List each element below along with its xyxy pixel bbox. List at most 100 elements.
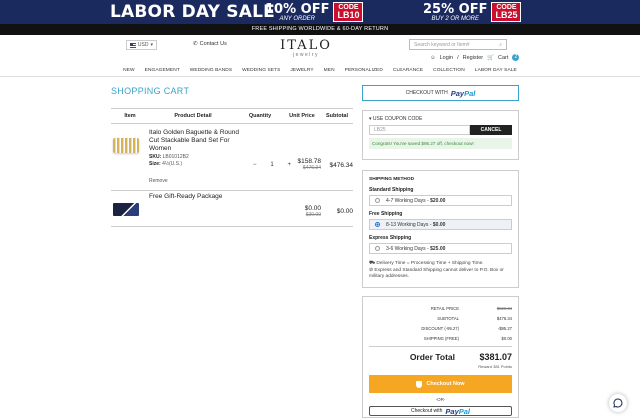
option-days: 4-7 Working Days bbox=[386, 197, 426, 204]
code-value: LB25 bbox=[495, 10, 518, 20]
main-nav: NEW ENGAGEMENT WEDDING BANDS WEDDING SET… bbox=[0, 65, 640, 77]
phone-icon: ✆ bbox=[193, 41, 198, 47]
option-days: 3-6 Working Days bbox=[386, 245, 426, 252]
site-logo[interactable]: ITALO jewelry bbox=[280, 38, 332, 58]
gift-box-image bbox=[113, 203, 139, 216]
quantity-value[interactable]: 1 bbox=[270, 162, 273, 168]
nav-item-men[interactable]: MEN bbox=[319, 65, 340, 76]
shipping-bar: FREE SHIPPING WORLDWIDE & 60-DAY RETURN bbox=[0, 24, 640, 35]
sale-title: LABOR DAY SALE bbox=[110, 2, 275, 22]
register-link[interactable]: Register bbox=[463, 55, 483, 61]
summary-row: RETAIL PRICE $526.34 bbox=[369, 303, 512, 313]
nav-item-wedding-bands[interactable]: WEDDING BANDS bbox=[185, 65, 237, 76]
offer-sub: BUY 2 OR MORE bbox=[431, 15, 480, 22]
shipping-option-free[interactable]: 8-13 Working Days - $0.00 bbox=[369, 219, 512, 230]
shipping-notes: ⛟ Delivery Time = Processing Time + Ship… bbox=[369, 261, 512, 281]
nav-item-new[interactable]: NEW bbox=[118, 65, 140, 76]
paypal2-label: Checkout with bbox=[410, 408, 443, 414]
order-total: Order Total $381.07 bbox=[369, 346, 512, 363]
col-qty: Quantity bbox=[248, 113, 272, 119]
cart-table: Item Product Detail Quantity Unit Price … bbox=[111, 108, 353, 227]
price-old: $30.00 bbox=[305, 212, 321, 218]
option-price: $0.00 bbox=[432, 221, 446, 228]
cart-icon[interactable]: 🛒 bbox=[487, 55, 494, 61]
quantity-stepper[interactable]: − 1 + bbox=[253, 160, 291, 170]
shipping-group-label: Express Shipping bbox=[369, 235, 412, 241]
account-links: ☺ Login / Register 🛒 Cart 2 bbox=[430, 54, 520, 61]
paypal-label: CHECKOUT WITH bbox=[405, 90, 448, 96]
nav-item-personalized[interactable]: PERSONALIZED bbox=[340, 65, 388, 76]
coupon-input[interactable]: LB25 bbox=[369, 125, 470, 135]
contact-link[interactable]: ✆ Contact Us bbox=[193, 41, 227, 47]
nav-item-engagement[interactable]: ENGAGEMENT bbox=[140, 65, 185, 76]
minus-icon[interactable]: − bbox=[253, 162, 257, 168]
shipping-group-label: Free Shipping bbox=[369, 211, 403, 217]
chat-button[interactable] bbox=[609, 394, 627, 412]
cart-link[interactable]: Cart bbox=[498, 55, 508, 61]
shipping-option-express[interactable]: 3-6 Working Days - $25.00 bbox=[369, 243, 512, 254]
price-current: $158.78 bbox=[297, 158, 322, 165]
us-flag-icon bbox=[130, 42, 136, 48]
search-input[interactable]: Search keyword or Item# ⌕ bbox=[409, 39, 507, 50]
paypal-checkout-button-2[interactable]: Checkout with PayPal bbox=[369, 406, 512, 416]
checkout-now-button[interactable]: Checkout Now bbox=[369, 375, 512, 393]
summary-key: DISCOUNT (-95.27) bbox=[421, 325, 459, 331]
product-attrs: SKU: LB01012B2 Size: 4½(U.S.) bbox=[149, 154, 189, 168]
user-icon: ☺ bbox=[430, 54, 436, 61]
paypal-logo-icon: PayPal bbox=[445, 406, 471, 416]
nav-item-wedding-sets[interactable]: WEDDING SETS bbox=[237, 65, 285, 76]
table-header: Item Product Detail Quantity Unit Price … bbox=[111, 108, 353, 124]
coupon-label-text: USE COUPON CODE bbox=[372, 116, 423, 122]
offer-25: 25% OFF BUY 2 OR MORE CODE LB25 bbox=[423, 1, 522, 22]
option-text: 3-6 Working Days - $25.00 bbox=[386, 245, 446, 252]
shipping-option-standard[interactable]: 4-7 Working Days - $20.00 bbox=[369, 195, 512, 206]
product-name[interactable]: Italo Golden Baguette & Round Cut Stacka… bbox=[149, 129, 243, 153]
shipping-note-2: Express and Standard Shipping cannot del… bbox=[369, 267, 504, 280]
paypal-checkout-button[interactable]: CHECKOUT WITH PayPal bbox=[362, 85, 519, 101]
login-link[interactable]: Login bbox=[440, 55, 453, 61]
nav-item-collection[interactable]: COLLECTION bbox=[428, 65, 470, 76]
unit-price: $158.78 $476.34 bbox=[295, 158, 322, 172]
site-header: USD ▾ ✆ Contact Us ITALO jewelry Search … bbox=[0, 35, 640, 65]
paypal-pal: Pal bbox=[458, 406, 471, 416]
nav-item-jewelry[interactable]: JEWELRY bbox=[285, 65, 318, 76]
offer-10: 10% OFF ANY ORDER CODE LB10 bbox=[265, 2, 364, 22]
checkout-label: Checkout Now bbox=[426, 381, 465, 387]
order-total-label: Order Total bbox=[409, 352, 455, 362]
col-detail: Product Detail bbox=[174, 113, 212, 119]
remove-link[interactable]: Remove bbox=[149, 178, 168, 184]
offer-pct: 25% OFF bbox=[423, 1, 488, 17]
chevron-down-icon: ▾ bbox=[150, 42, 153, 48]
plus-icon[interactable]: + bbox=[287, 162, 291, 168]
unit-price: $0.00 $30.00 bbox=[295, 205, 321, 219]
radio-button[interactable] bbox=[375, 198, 380, 203]
radio-button[interactable] bbox=[375, 246, 380, 251]
currency-select[interactable]: USD ▾ bbox=[126, 40, 157, 50]
product-image[interactable] bbox=[113, 138, 139, 153]
coupon-label[interactable]: ▾ USE COUPON CODE bbox=[369, 116, 512, 122]
page-title: SHOPPING CART bbox=[111, 86, 190, 96]
size-label: Size: bbox=[149, 161, 161, 167]
promo-banner[interactable]: LABOR DAY SALE 10% OFF ANY ORDER CODE LB10… bbox=[0, 0, 640, 24]
col-subtotal: Subtotal bbox=[326, 113, 348, 119]
price-old: $476.34 bbox=[302, 165, 321, 171]
option-price: $25.00 bbox=[430, 245, 446, 252]
code-value: LB10 bbox=[337, 10, 360, 20]
shipping-group-label: Standard Shipping bbox=[369, 187, 414, 193]
sku-value: LB01012B2 bbox=[162, 154, 189, 160]
warning-icon: ⊘ bbox=[369, 267, 374, 273]
option-text: 4-7 Working Days - $20.00 bbox=[386, 197, 446, 204]
currency-label: USD bbox=[137, 42, 149, 48]
order-total-value: $381.07 bbox=[479, 352, 512, 362]
search-icon[interactable]: ⌕ bbox=[499, 42, 502, 48]
summary-row: SUBTOTAL $476.34 bbox=[369, 313, 512, 323]
search-placeholder: Search keyword or Item# bbox=[414, 41, 470, 48]
row-subtotal: $0.00 bbox=[336, 208, 353, 215]
nav-item-clearance[interactable]: CLEARANCE bbox=[388, 65, 428, 76]
cancel-coupon-button[interactable]: CANCEL bbox=[470, 125, 512, 135]
col-price: Unit Price bbox=[289, 113, 315, 119]
paypal-pay: Pay bbox=[445, 406, 459, 416]
logo-text: ITALO bbox=[280, 38, 332, 53]
radio-button[interactable] bbox=[375, 222, 380, 227]
nav-item-labor-day-sale[interactable]: LABOR DAY SALE bbox=[470, 65, 522, 76]
